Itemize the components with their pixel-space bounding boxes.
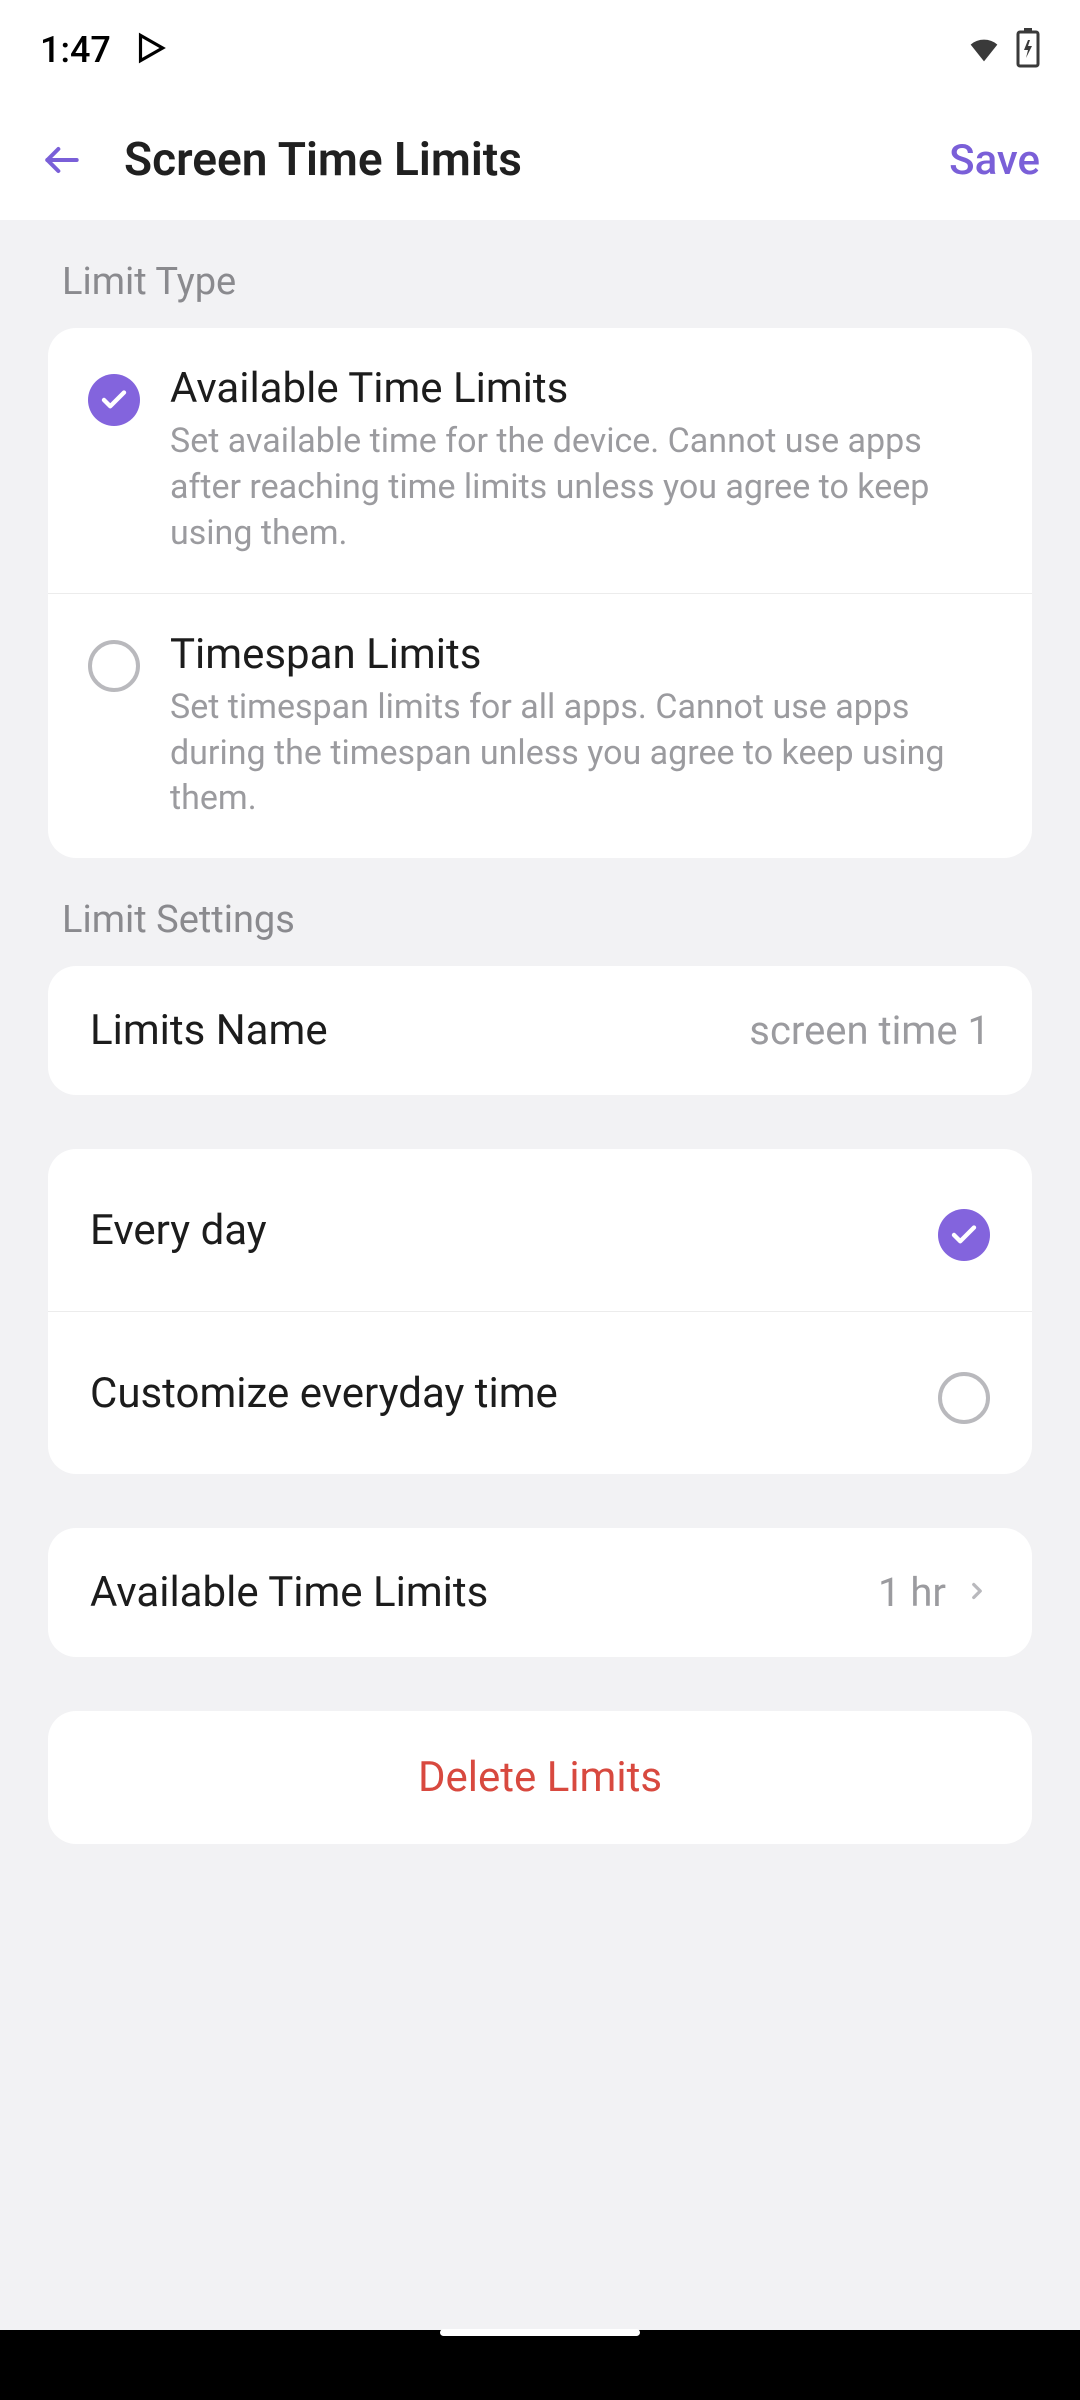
radio-selected-icon	[88, 374, 140, 426]
radio-unselected-icon	[88, 640, 140, 692]
battery-icon	[1016, 28, 1040, 72]
option-timespan[interactable]: Timespan Limits Set timespan limits for …	[48, 593, 1032, 859]
app-header: Screen Time Limits Save	[0, 100, 1080, 220]
delete-button[interactable]: Delete Limits	[48, 1711, 1032, 1844]
option-title: Timespan Limits	[170, 630, 992, 679]
radio-unselected-icon	[938, 1372, 990, 1424]
time-limit-label: Available Time Limits	[90, 1568, 488, 1617]
time-limit-row[interactable]: Available Time Limits 1 hr	[48, 1528, 1032, 1657]
play-store-icon	[131, 29, 169, 71]
option-desc: Set available time for the device. Canno…	[170, 419, 992, 557]
status-bar: 1:47	[0, 0, 1080, 100]
home-indicator[interactable]	[440, 2329, 640, 2336]
limits-name-row[interactable]: Limits Name screen time 1	[48, 966, 1032, 1095]
schedule-card: Every day Customize everyday time	[48, 1149, 1032, 1474]
delete-label: Delete Limits	[418, 1753, 662, 1802]
everyday-label: Every day	[90, 1206, 267, 1255]
save-button[interactable]: Save	[949, 136, 1040, 185]
check-selected-icon	[938, 1209, 990, 1261]
option-desc: Set timespan limits for all apps. Cannot…	[170, 685, 992, 823]
section-limit-settings: Limit Settings	[48, 858, 1032, 966]
wifi-icon	[964, 28, 1004, 72]
everyday-row[interactable]: Every day	[48, 1149, 1032, 1311]
limits-name-value: screen time 1	[749, 1007, 990, 1054]
time-limit-card: Available Time Limits 1 hr	[48, 1528, 1032, 1657]
back-button[interactable]	[40, 138, 84, 182]
limit-type-card: Available Time Limits Set available time…	[48, 328, 1032, 858]
time-limit-value: 1 hr	[878, 1569, 946, 1616]
customize-row[interactable]: Customize everyday time	[48, 1311, 1032, 1474]
chevron-right-icon	[964, 1578, 990, 1608]
option-available-time[interactable]: Available Time Limits Set available time…	[48, 328, 1032, 593]
option-title: Available Time Limits	[170, 364, 992, 413]
section-limit-type: Limit Type	[48, 220, 1032, 328]
limits-name-label: Limits Name	[90, 1006, 328, 1055]
limits-name-card: Limits Name screen time 1	[48, 966, 1032, 1095]
page-title: Screen Time Limits	[124, 133, 909, 187]
customize-label: Customize everyday time	[90, 1369, 558, 1418]
status-time: 1:47	[40, 29, 111, 71]
